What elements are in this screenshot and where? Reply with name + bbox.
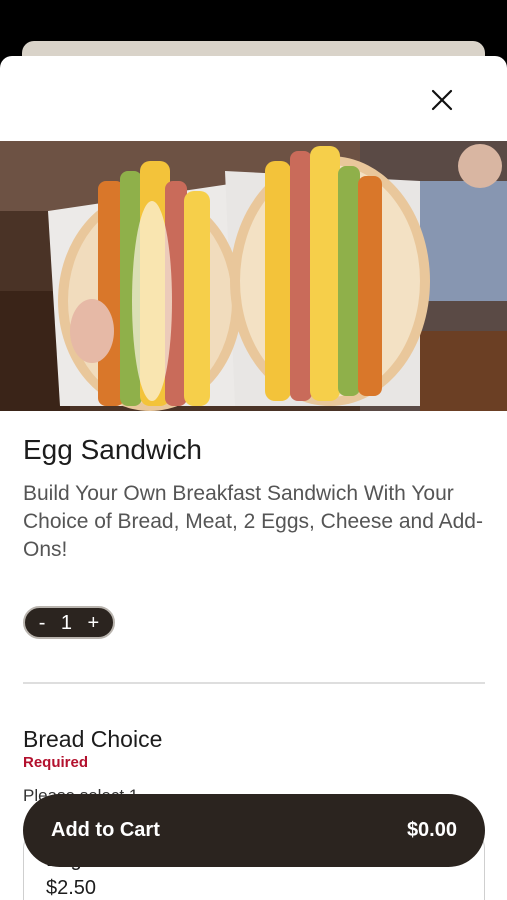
close-button[interactable] [424,82,460,118]
item-description: Build Your Own Breakfast Sandwich With Y… [23,482,483,561]
section-divider [23,682,485,684]
item-image [0,141,507,411]
add-to-cart-button[interactable]: Add to Cart $0.00 [23,794,485,867]
required-label: Required [23,754,89,771]
close-icon [431,89,453,111]
item-title: Egg Sandwich [23,434,203,465]
cart-total: $0.00 [406,819,457,841]
quantity-value: 1 [60,611,73,634]
item-modal: Egg Sandwich Build Your Own Breakfast Sa… [0,56,507,900]
increment-button[interactable]: + [88,613,100,633]
option-price: $2.50 [46,877,97,899]
decrement-button[interactable]: - [39,613,46,633]
quantity-stepper[interactable]: - 1 + [23,606,115,639]
bread-choice-title: Bread Choice [23,726,163,752]
add-to-cart-label: Add to Cart [51,819,160,841]
